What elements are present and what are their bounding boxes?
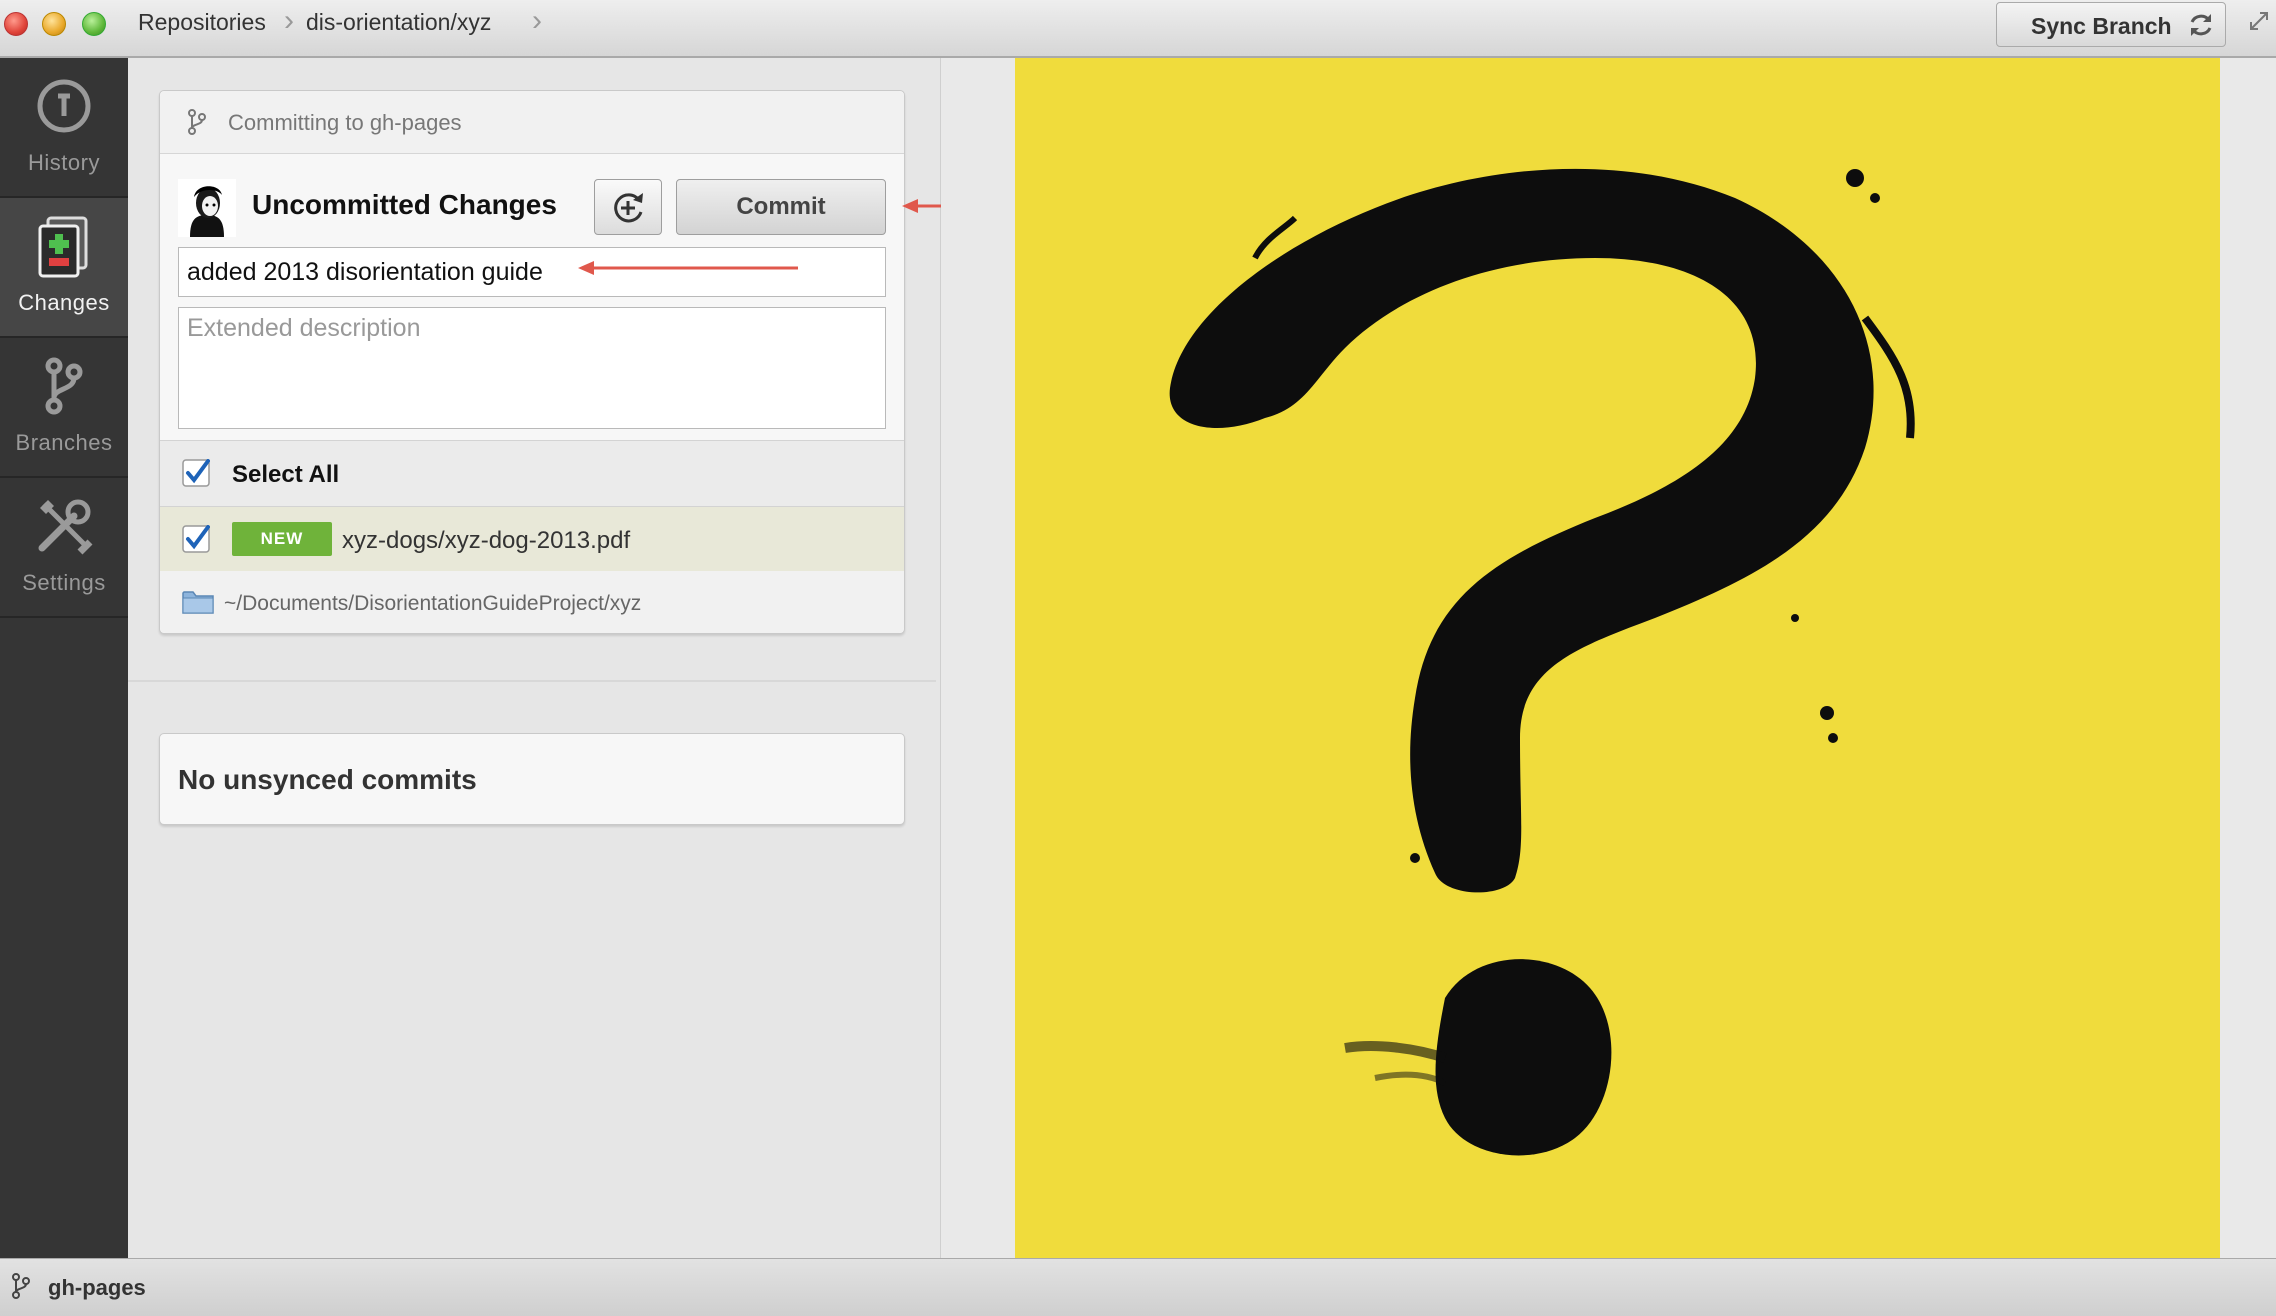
unsynced-commits-card: No unsynced commits	[159, 733, 905, 825]
select-all-row: Select All	[160, 440, 904, 519]
file-row[interactable]: NEW xyz-dogs/xyz-dog-2013.pdf	[160, 506, 904, 572]
sidebar: History Changes Branches Settings	[0, 58, 128, 1258]
sidebar-item-label: History	[28, 150, 100, 175]
history-icon	[34, 76, 94, 141]
sync-icon	[2187, 11, 2215, 45]
avatar	[178, 179, 236, 237]
pdf-preview-image	[1015, 58, 2220, 1258]
uncommitted-changes-title: Uncommitted Changes	[252, 189, 557, 220]
file-path: xyz-dogs/xyz-dog-2013.pdf	[342, 527, 631, 554]
branch-icon	[10, 1273, 32, 1304]
close-window-button[interactable]	[4, 12, 28, 36]
status-bar: gh-pages	[0, 1258, 2276, 1316]
chevron-right-icon: ›	[532, 4, 542, 37]
branches-icon	[34, 356, 94, 421]
sync-branch-label: Sync Branch	[2031, 13, 2172, 39]
sidebar-item-history[interactable]: History	[0, 58, 128, 198]
chevron-right-icon: ›	[284, 4, 294, 37]
folder-icon	[182, 589, 214, 620]
breadcrumb-repository[interactable]: dis-orientation/xyz	[306, 8, 491, 36]
minimize-window-button[interactable]	[42, 12, 66, 36]
select-all-label: Select All	[232, 461, 340, 488]
refresh-plus-icon	[614, 193, 643, 223]
extended-description-input[interactable]	[178, 307, 886, 429]
file-checkbox[interactable]	[182, 525, 210, 553]
sidebar-item-changes[interactable]: Changes	[0, 198, 128, 338]
sidebar-item-label: Changes	[18, 290, 110, 315]
zoom-window-button[interactable]	[82, 12, 106, 36]
repository-path-row[interactable]: ~/Documents/DisorientationGuideProject/x…	[160, 571, 904, 633]
commit-card: Committing to gh-pages Uncommitted Chang…	[159, 90, 905, 634]
changes-icon	[34, 216, 94, 285]
commit-button[interactable]: Commit	[676, 179, 886, 235]
settings-icon	[34, 496, 94, 561]
fullscreen-icon[interactable]	[2248, 10, 2270, 37]
select-all-checkbox[interactable]	[182, 459, 210, 487]
title-bar: Repositories › dis-orientation/xyz › Syn…	[0, 0, 2276, 58]
annotation-arrow-summary	[578, 261, 798, 275]
sync-branch-button[interactable]: Sync Branch	[1996, 2, 2226, 47]
panel-divider	[128, 680, 936, 682]
branch-icon	[186, 109, 208, 140]
repository-path: ~/Documents/DisorientationGuideProject/x…	[224, 592, 642, 615]
sidebar-item-settings[interactable]: Settings	[0, 478, 128, 618]
discard-changes-button[interactable]	[594, 179, 662, 235]
no-unsynced-commits-label: No unsynced commits	[178, 764, 477, 795]
sidebar-item-label: Settings	[22, 570, 106, 595]
sidebar-item-label: Branches	[15, 430, 113, 455]
commit-card-header: Committing to gh-pages	[160, 91, 904, 154]
sidebar-item-branches[interactable]: Branches	[0, 338, 128, 478]
current-branch-label[interactable]: gh-pages	[48, 1275, 146, 1301]
question-mark-graphic	[1169, 168, 1915, 1156]
new-file-badge: NEW	[232, 522, 332, 556]
breadcrumb-repositories[interactable]: Repositories	[138, 8, 266, 36]
committing-to-label: Committing to gh-pages	[228, 110, 462, 135]
